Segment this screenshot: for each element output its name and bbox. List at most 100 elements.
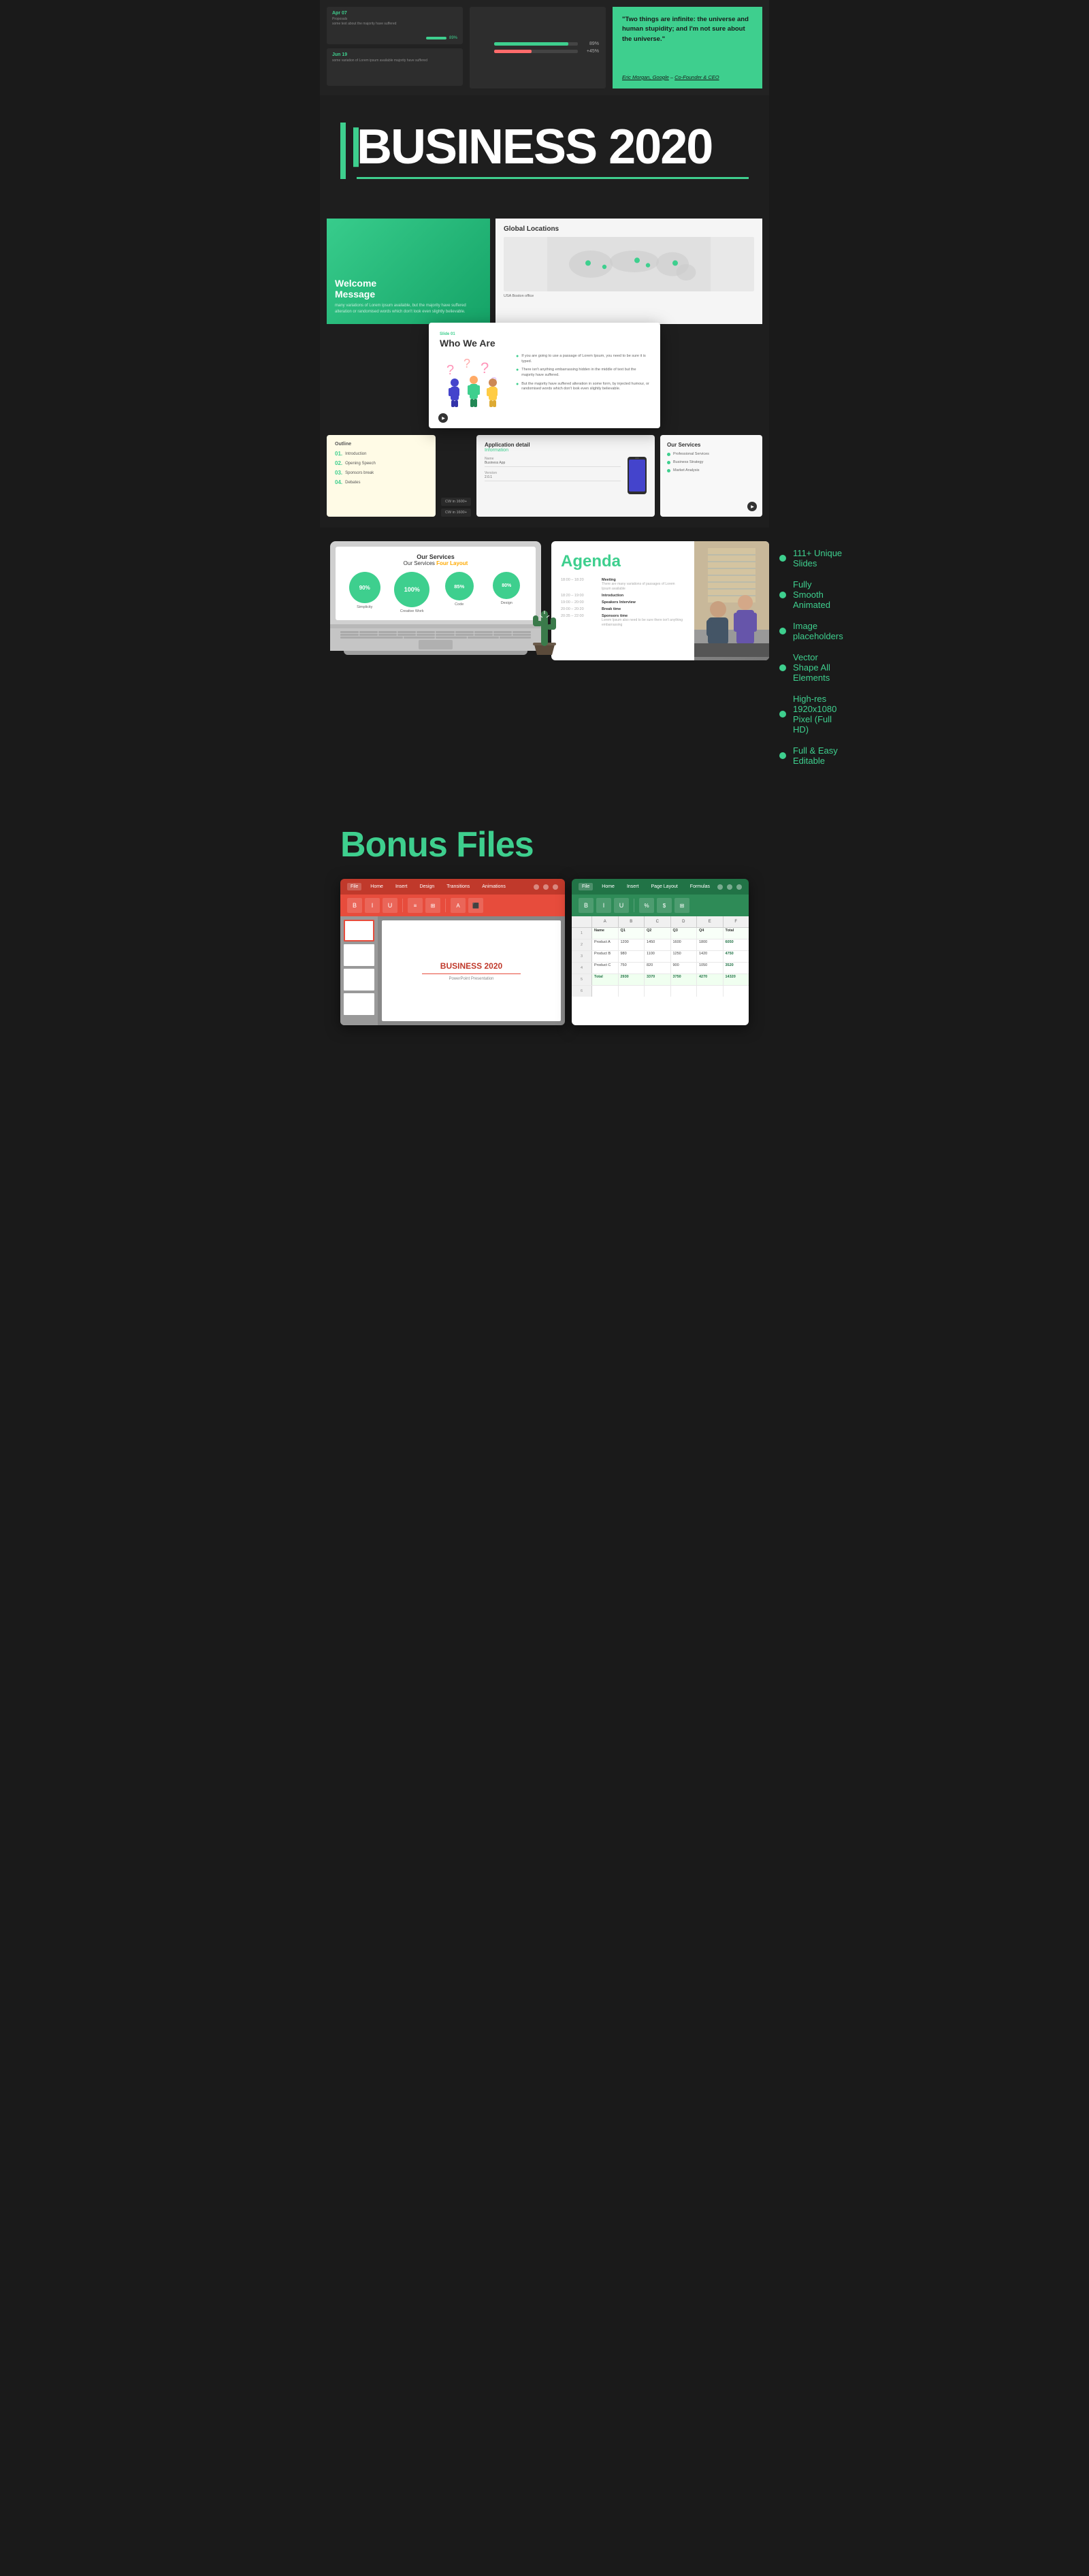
excel-cell-e1[interactable]: Q4 bbox=[697, 928, 724, 939]
excel-cell-f3[interactable]: 4750 bbox=[724, 951, 749, 962]
excel-col-e[interactable]: E bbox=[697, 916, 724, 927]
ppt-tab-transitions[interactable]: Transitions bbox=[443, 883, 473, 890]
ppt-slide-thumb-4[interactable] bbox=[344, 993, 374, 1015]
progress-row-1: 89% bbox=[476, 42, 599, 46]
excel-cell-c6[interactable] bbox=[645, 986, 671, 997]
excel-icon-3[interactable]: U bbox=[614, 898, 629, 913]
agenda-row-2: 18:20 – 19:00 Introduction bbox=[561, 594, 685, 598]
excel-cell-c2[interactable]: 1450 bbox=[645, 939, 671, 950]
app-phone-mockup bbox=[628, 457, 647, 510]
excel-cell-c3[interactable]: 1100 bbox=[645, 951, 671, 962]
excel-cell-a4[interactable]: Product C bbox=[592, 963, 619, 973]
excel-cell-b6[interactable] bbox=[619, 986, 645, 997]
excel-col-headers: A B C D E F bbox=[572, 916, 749, 928]
app-detail-slide: Application detail Information Name Busi… bbox=[476, 435, 655, 517]
excel-close[interactable] bbox=[736, 884, 742, 890]
excel-minimize[interactable] bbox=[717, 884, 723, 890]
excel-cell-c1[interactable]: Q2 bbox=[645, 928, 671, 939]
ppt-tab-home[interactable]: Home bbox=[367, 883, 387, 890]
phone-screen bbox=[629, 460, 645, 492]
ppt-minimize[interactable] bbox=[534, 884, 539, 890]
excel-cell-a1[interactable]: Name bbox=[592, 928, 619, 939]
welcome-text: many variations of Lorem ipsum available… bbox=[335, 303, 482, 315]
excel-col-d[interactable]: D bbox=[671, 916, 698, 927]
ppt-slide-thumb-2[interactable] bbox=[344, 944, 374, 966]
excel-icon-1[interactable]: B bbox=[579, 898, 594, 913]
agenda-row-4: 20:00 – 20:20 Break time bbox=[561, 607, 685, 611]
excel-icon-6[interactable]: ⊞ bbox=[674, 898, 689, 913]
excel-cell-c5[interactable]: 3370 bbox=[645, 974, 671, 985]
excel-cell-f5[interactable]: 14320 bbox=[724, 974, 749, 985]
ppt-icon-5[interactable]: ⊞ bbox=[425, 898, 440, 913]
excel-icon-5[interactable]: $ bbox=[657, 898, 672, 913]
ppt-icon-2[interactable]: I bbox=[365, 898, 380, 913]
excel-cell-a3[interactable]: Product B bbox=[592, 951, 619, 962]
ppt-icon-4[interactable]: ≡ bbox=[408, 898, 423, 913]
excel-cell-d6[interactable] bbox=[671, 986, 698, 997]
ppt-maximize[interactable] bbox=[543, 884, 549, 890]
excel-cell-e5[interactable]: 4270 bbox=[697, 974, 724, 985]
excel-tab-file[interactable]: File bbox=[579, 883, 593, 890]
excel-cell-f2[interactable]: 6050 bbox=[724, 939, 749, 950]
excel-cell-b1[interactable]: Q1 bbox=[619, 928, 645, 939]
excel-tab-home[interactable]: Home bbox=[598, 883, 618, 890]
prog-bar-bg-2 bbox=[494, 50, 578, 53]
play-button-who[interactable]: ▶ bbox=[438, 413, 448, 423]
ppt-icon-3[interactable]: U bbox=[383, 898, 397, 913]
excel-icon-4[interactable]: % bbox=[639, 898, 654, 913]
excel-cell-d2[interactable]: 1600 bbox=[671, 939, 698, 950]
excel-cell-a5[interactable]: Total bbox=[592, 974, 619, 985]
date-label-2: Jun 19 bbox=[332, 52, 457, 57]
excel-cell-d4[interactable]: 900 bbox=[671, 963, 698, 973]
excel-cell-b5[interactable]: 2930 bbox=[619, 974, 645, 985]
excel-col-b[interactable]: B bbox=[619, 916, 645, 927]
ppt-icon-7[interactable]: ⬛ bbox=[468, 898, 483, 913]
ppt-tab-animations[interactable]: Animations bbox=[478, 883, 509, 890]
excel-cell-e6[interactable] bbox=[697, 986, 724, 997]
excel-cell-f6[interactable] bbox=[724, 986, 749, 997]
ppt-slide-thumb-1[interactable] bbox=[344, 920, 374, 941]
excel-tab-formulas[interactable]: Formulas bbox=[687, 883, 713, 890]
play-button-service[interactable]: ▶ bbox=[747, 502, 757, 511]
excel-cell-d3[interactable]: 1250 bbox=[671, 951, 698, 962]
excel-col-f[interactable]: F bbox=[724, 916, 749, 927]
excel-maximize[interactable] bbox=[727, 884, 732, 890]
excel-tab-layout[interactable]: Page Layout bbox=[647, 883, 681, 890]
excel-icon-2[interactable]: I bbox=[596, 898, 611, 913]
excel-cell-f4[interactable]: 3520 bbox=[724, 963, 749, 973]
excel-col-a[interactable]: A bbox=[592, 916, 619, 927]
ppt-icon-1[interactable]: B bbox=[347, 898, 362, 913]
excel-cell-a2[interactable]: Product A bbox=[592, 939, 619, 950]
ppt-tab-design[interactable]: Design bbox=[416, 883, 438, 890]
excel-cell-e2[interactable]: 1800 bbox=[697, 939, 724, 950]
feature-item-4: Vector Shape All Elements bbox=[779, 652, 843, 683]
ppt-icon-6[interactable]: A bbox=[451, 898, 466, 913]
feature-text-6: Full & Easy Editable bbox=[793, 745, 843, 766]
excel-cell-e4[interactable]: 1050 bbox=[697, 963, 724, 973]
excel-cell-e3[interactable]: 1420 bbox=[697, 951, 724, 962]
excel-col-c[interactable]: C bbox=[645, 916, 671, 927]
excel-cell-d1[interactable]: Q3 bbox=[671, 928, 698, 939]
excel-tab-insert[interactable]: Insert bbox=[623, 883, 643, 890]
keyboard-row-3 bbox=[340, 637, 531, 639]
feature-bullet-2 bbox=[779, 592, 786, 598]
prog-bar-fill-2 bbox=[494, 50, 532, 53]
excel-cell-b2[interactable]: 1200 bbox=[619, 939, 645, 950]
ppt-close[interactable] bbox=[553, 884, 558, 890]
excel-cell-b4[interactable]: 750 bbox=[619, 963, 645, 973]
excel-cell-c4[interactable]: 820 bbox=[645, 963, 671, 973]
office-info: USA Boston office bbox=[504, 294, 754, 298]
excel-cell-f1[interactable]: Total bbox=[724, 928, 749, 939]
excel-cell-b3[interactable]: 980 bbox=[619, 951, 645, 962]
excel-window-controls bbox=[717, 884, 742, 890]
key bbox=[397, 631, 416, 633]
excel-cell-a6[interactable] bbox=[592, 986, 619, 997]
key bbox=[417, 631, 435, 633]
ppt-tab-file[interactable]: File bbox=[347, 883, 361, 890]
ppt-slide-thumb-3[interactable] bbox=[344, 969, 374, 991]
ppt-tab-insert[interactable]: Insert bbox=[392, 883, 411, 890]
laptop-mockup: Our Services Our Services Four Layout 90… bbox=[330, 541, 541, 655]
agenda-event-3: Speakers Interview bbox=[602, 600, 636, 605]
excel-cell-d5[interactable]: 3750 bbox=[671, 974, 698, 985]
left-screenshots: Apr 07 Proposalssome text about the majo… bbox=[327, 7, 463, 86]
